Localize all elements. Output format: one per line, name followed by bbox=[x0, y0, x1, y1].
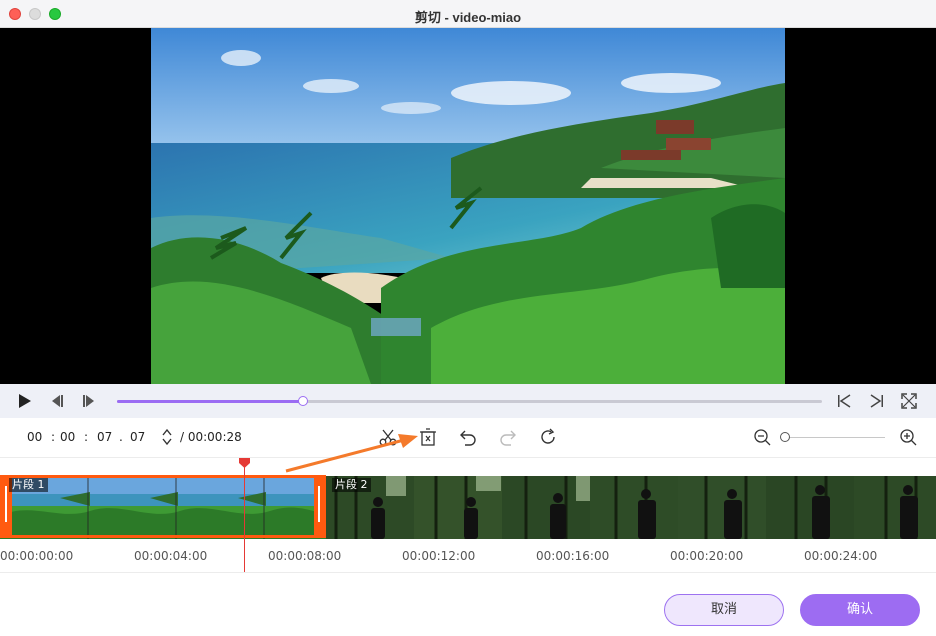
progress-slider[interactable] bbox=[117, 396, 822, 406]
window-title: 剪切 - video-miao bbox=[414, 10, 522, 25]
go-end-icon[interactable] bbox=[868, 392, 886, 410]
segment-1-left-trim-handle[interactable] bbox=[5, 486, 7, 522]
video-frame-beach-landscape bbox=[151, 28, 785, 384]
segment-2-label: 片段 2 bbox=[332, 478, 371, 492]
reset-icon[interactable] bbox=[538, 427, 558, 447]
ruler-label: 00:00:04:00 bbox=[134, 549, 208, 563]
segment-1-right-trim-handle[interactable] bbox=[318, 486, 320, 522]
time-frames-field[interactable]: 07 bbox=[130, 430, 145, 444]
redo-icon[interactable] bbox=[498, 427, 518, 447]
playhead-line[interactable] bbox=[244, 464, 245, 572]
chevron-down-icon[interactable] bbox=[162, 438, 172, 446]
segment-1-selection[interactable] bbox=[0, 475, 326, 538]
progress-fill bbox=[117, 400, 304, 403]
next-frame-icon[interactable] bbox=[80, 392, 98, 410]
zoom-in-icon[interactable] bbox=[898, 427, 918, 447]
go-start-icon[interactable] bbox=[835, 392, 853, 410]
zoom-slider-handle[interactable] bbox=[780, 432, 790, 442]
ruler-label: 00:00:12:00 bbox=[402, 549, 476, 563]
delete-segment-icon[interactable] bbox=[418, 427, 438, 447]
time-stepper[interactable] bbox=[161, 427, 173, 447]
undo-icon[interactable] bbox=[458, 427, 478, 447]
time-separator: : bbox=[84, 430, 89, 444]
ruler-label: 00:00:20:00 bbox=[670, 549, 744, 563]
cancel-button[interactable]: 取消 bbox=[664, 594, 784, 626]
zoom-out-icon[interactable] bbox=[752, 427, 772, 447]
forest-frames bbox=[326, 476, 936, 539]
title-bar: 剪切 - video-miao bbox=[0, 0, 936, 28]
ruler-label: 00:00:24:00 bbox=[804, 549, 878, 563]
chevron-up-icon[interactable] bbox=[162, 428, 172, 436]
play-icon[interactable] bbox=[15, 392, 33, 410]
timeline: 片段 1 片段 2 00:00:00:00 00:00:04:00 00:00:… bbox=[0, 458, 936, 572]
zoom-slider[interactable] bbox=[785, 437, 885, 438]
edit-toolbar: 00 : 00 : 07 . 07 / 00:00:28 bbox=[0, 418, 936, 458]
progress-handle[interactable] bbox=[298, 396, 309, 406]
cut-window: 剪切 - video-miao 00: 00: 07 . 07 / 00:0… bbox=[0, 0, 936, 636]
video-preview bbox=[0, 28, 936, 384]
playback-bar bbox=[0, 384, 936, 418]
ruler-label: 00:00:08:00 bbox=[268, 549, 342, 563]
beach-landscape-image bbox=[151, 28, 785, 384]
time-minutes-field[interactable]: 00 bbox=[60, 430, 75, 444]
time-seconds-field[interactable]: 07 bbox=[97, 430, 112, 444]
scissors-icon[interactable] bbox=[378, 427, 398, 447]
time-frame-separator: . bbox=[119, 430, 123, 444]
confirm-button[interactable]: 确认 bbox=[800, 594, 920, 626]
ruler-label: 00:00:00:00 bbox=[0, 549, 74, 563]
total-duration: / 00:00:28 bbox=[180, 430, 242, 444]
prev-frame-icon[interactable] bbox=[48, 392, 66, 410]
dialog-footer: 取消 确认 bbox=[0, 572, 936, 636]
ruler-label: 00:00:16:00 bbox=[536, 549, 610, 563]
time-hours-field[interactable]: 00 bbox=[27, 430, 42, 444]
segment-1-label: 片段 1 bbox=[9, 478, 48, 492]
time-separator: : bbox=[51, 430, 56, 444]
segment-2-thumbnails bbox=[326, 476, 936, 539]
segment-2-strip[interactable] bbox=[326, 476, 936, 539]
fullscreen-icon[interactable] bbox=[900, 392, 918, 410]
playhead-marker-icon[interactable] bbox=[239, 458, 250, 468]
